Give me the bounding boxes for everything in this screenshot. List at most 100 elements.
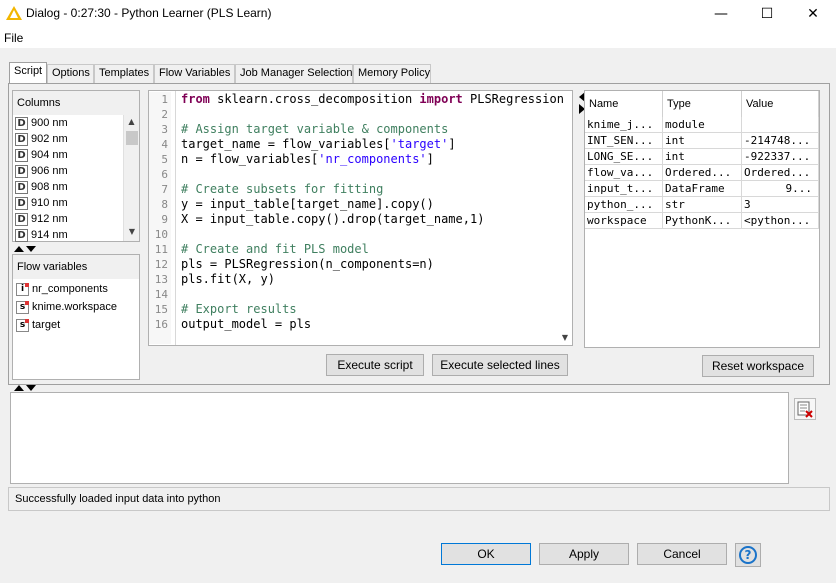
- workspace-cell[interactable]: module: [663, 117, 742, 133]
- workspace-cell[interactable]: 9...: [742, 181, 819, 197]
- clear-console-button[interactable]: [794, 398, 816, 420]
- menu-file[interactable]: File: [4, 31, 23, 45]
- column-name: 912 nm: [31, 213, 68, 225]
- flow-variables-panel: Flow variables i nr_components s knime.work…: [12, 254, 140, 380]
- gutter-divider: [175, 91, 176, 345]
- execute-script-button[interactable]: Execute script: [326, 354, 424, 376]
- console-output[interactable]: [10, 392, 789, 484]
- flow-variable-item[interactable]: s target: [13, 316, 139, 334]
- minimize-button[interactable]: —: [698, 0, 744, 28]
- column-item[interactable]: D 914 nm: [13, 227, 123, 243]
- help-icon: ?: [739, 546, 757, 564]
- workspace-cell[interactable]: flow_va...: [585, 165, 663, 181]
- workspace-table: Name Type Value knime_j... module INT_SEN.…: [584, 90, 820, 348]
- tab-options[interactable]: Options: [47, 64, 94, 83]
- maximize-icon: ☐: [760, 6, 774, 22]
- maximize-button[interactable]: ☐: [744, 0, 790, 28]
- tab-flow-variables[interactable]: Flow Variables: [154, 64, 235, 83]
- execute-selected-lines-button[interactable]: Execute selected lines: [432, 354, 568, 376]
- workspace-cell[interactable]: LONG_SE...: [585, 149, 663, 165]
- close-button[interactable]: ✕: [790, 0, 836, 28]
- line-number: 15: [154, 303, 168, 316]
- tab-script[interactable]: Script: [9, 62, 47, 84]
- col-header-name[interactable]: Name: [585, 91, 663, 117]
- line-number: 7: [161, 183, 168, 196]
- flow-variable-name: nr_components: [32, 283, 108, 295]
- variable-marker: [25, 318, 29, 323]
- flow-variable-item[interactable]: i nr_components: [13, 280, 139, 298]
- status-text: Successfully loaded input data into pyth…: [8, 487, 830, 511]
- column-name: 900 nm: [31, 117, 68, 129]
- workspace-cell[interactable]: [742, 117, 819, 133]
- double-type-icon: D: [15, 164, 28, 178]
- double-type-icon: D: [15, 180, 28, 194]
- double-type-icon: D: [15, 196, 28, 210]
- flow-variable-name: knime.workspace: [32, 301, 117, 313]
- col-header-value[interactable]: Value: [742, 91, 819, 117]
- cancel-button[interactable]: Cancel: [637, 543, 727, 565]
- reset-workspace-button[interactable]: Reset workspace: [702, 355, 814, 377]
- editor-scroll-down-icon[interactable]: ▼: [559, 331, 571, 345]
- column-item[interactable]: D 908 nm: [13, 179, 123, 195]
- workspace-cell[interactable]: -922337...: [742, 149, 819, 165]
- tab-templates[interactable]: Templates: [94, 64, 154, 83]
- workspace-cell[interactable]: int: [663, 149, 742, 165]
- variable-marker: [25, 300, 29, 305]
- double-type-icon: D: [15, 228, 28, 242]
- help-button[interactable]: ?: [735, 543, 761, 567]
- code-text[interactable]: from sklearn.cross_decomposition import …: [181, 92, 564, 332]
- workspace-cell[interactable]: workspace: [585, 213, 663, 229]
- workspace-cell[interactable]: knime_j...: [585, 117, 663, 133]
- tab-job-manager-selection[interactable]: Job Manager Selection: [235, 64, 353, 83]
- column-name: 910 nm: [31, 197, 68, 209]
- workspace-cell[interactable]: PythonK...: [663, 213, 742, 229]
- column-item[interactable]: D 902 nm: [13, 131, 123, 147]
- workspace-cell[interactable]: DataFrame: [663, 181, 742, 197]
- menu-bar: File: [0, 28, 836, 48]
- workspace-cell[interactable]: int: [663, 133, 742, 149]
- string-variable-icon: s: [16, 300, 29, 314]
- clear-console-icon: [797, 401, 813, 418]
- column-item[interactable]: D 912 nm: [13, 211, 123, 227]
- workspace-cell[interactable]: python_...: [585, 197, 663, 213]
- col-header-type[interactable]: Type: [663, 91, 742, 117]
- flow-variable-item[interactable]: s knime.workspace: [13, 298, 139, 316]
- variable-type-glyph: i: [20, 283, 25, 294]
- ok-button[interactable]: OK: [441, 543, 531, 565]
- title-bar: Dialog - 0:27:30 - Python Learner (PLS L…: [0, 0, 836, 28]
- workspace-cell[interactable]: <python...: [742, 213, 819, 229]
- workspace-cell[interactable]: INT_SEN...: [585, 133, 663, 149]
- line-number: 12: [154, 258, 168, 271]
- code-editor[interactable]: 1 2 3 4 5 6 7 8 9 10 11 12 13 14 15 16 from sklearn.cro…: [148, 90, 573, 346]
- line-number: 14: [154, 288, 168, 301]
- workspace-cell[interactable]: -214748...: [742, 133, 819, 149]
- columns-list: D 900 nm D 902 nm D 904 nm D 906 nm D 908 nm D 910 …: [13, 115, 123, 243]
- column-name: 906 nm: [31, 165, 68, 177]
- columns-scrollbar[interactable]: ▲ ▼: [123, 115, 139, 241]
- line-number: 5: [161, 153, 168, 166]
- splitter-arrows-icon[interactable]: [14, 244, 40, 252]
- column-name: 904 nm: [31, 149, 68, 161]
- scroll-down-icon[interactable]: ▼: [124, 225, 140, 239]
- horizontal-splitter-arrows-icon[interactable]: [14, 383, 40, 391]
- workspace-cell[interactable]: 3: [742, 197, 819, 213]
- variable-marker: [25, 282, 29, 287]
- double-type-icon: D: [15, 116, 28, 130]
- workspace-cell[interactable]: Ordered...: [663, 165, 742, 181]
- apply-button[interactable]: Apply: [539, 543, 629, 565]
- column-item[interactable]: D 906 nm: [13, 163, 123, 179]
- minimize-icon: —: [714, 6, 728, 22]
- column-item[interactable]: D 904 nm: [13, 147, 123, 163]
- workspace-cell[interactable]: Ordered...: [742, 165, 819, 181]
- column-item[interactable]: D 900 nm: [13, 115, 123, 131]
- scroll-thumb[interactable]: [126, 131, 138, 145]
- column-item[interactable]: D 910 nm: [13, 195, 123, 211]
- integer-variable-icon: i: [16, 282, 29, 296]
- line-number: 4: [161, 138, 168, 151]
- scroll-up-icon[interactable]: ▲: [124, 115, 139, 129]
- tab-memory-policy[interactable]: Memory Policy: [353, 64, 431, 83]
- line-number: 2: [161, 108, 168, 121]
- workspace-cell[interactable]: input_t...: [585, 181, 663, 197]
- workspace-cell[interactable]: str: [663, 197, 742, 213]
- workspace-rows: knime_j... module INT_SEN... int -214748... L…: [585, 117, 819, 245]
